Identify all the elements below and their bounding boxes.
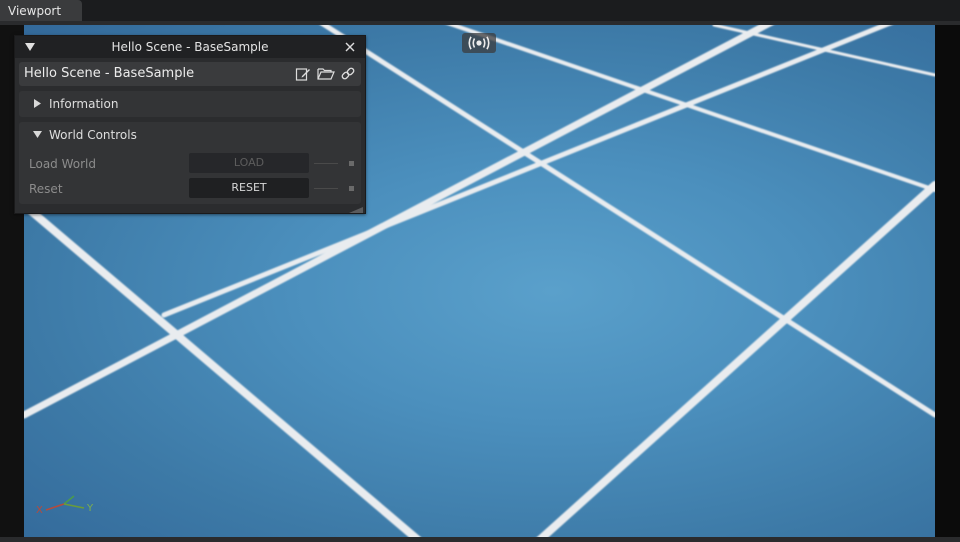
load-row-divider bbox=[314, 163, 338, 164]
collapse-arrow-icon bbox=[33, 131, 42, 138]
tab-viewport[interactable]: Viewport bbox=[0, 0, 82, 21]
information-section: Information bbox=[19, 91, 361, 117]
reset-row-divider bbox=[314, 188, 338, 189]
world-controls-section: World Controls Load World LOAD Reset RES… bbox=[19, 122, 361, 204]
tab-bar: Viewport bbox=[0, 0, 960, 21]
reset-button[interactable]: RESET bbox=[189, 178, 309, 198]
load-button: LOAD bbox=[189, 153, 309, 173]
extension-header-label: Hello Scene - BaseSample bbox=[24, 66, 195, 81]
axis-x-label: X bbox=[36, 505, 43, 516]
panel-title: Hello Scene - BaseSample bbox=[111, 40, 269, 54]
load-world-label: Load World bbox=[29, 157, 96, 171]
world-controls-section-label: World Controls bbox=[49, 128, 137, 142]
reset-row-indicator bbox=[349, 186, 354, 191]
axis-gizmo: X Y bbox=[32, 492, 102, 520]
edit-icon[interactable] bbox=[295, 66, 311, 82]
load-row-indicator bbox=[349, 161, 354, 166]
viewport-right-border bbox=[935, 25, 960, 542]
information-section-label: Information bbox=[49, 97, 119, 111]
expand-arrow-icon bbox=[34, 99, 41, 108]
reset-label: Reset bbox=[29, 182, 63, 196]
viewport-bottom-border bbox=[0, 537, 960, 542]
close-icon[interactable] bbox=[344, 41, 356, 53]
link-icon[interactable] bbox=[340, 66, 356, 82]
folder-open-icon[interactable] bbox=[317, 66, 335, 82]
axis-y-label: Y bbox=[87, 503, 94, 514]
resize-grip-icon[interactable] bbox=[349, 207, 363, 213]
panel-titlebar[interactable]: Hello Scene - BaseSample bbox=[15, 36, 365, 58]
broadcast-camera-icon[interactable] bbox=[462, 33, 496, 53]
world-controls-section-header[interactable]: World Controls bbox=[19, 122, 361, 148]
extension-header: Hello Scene - BaseSample bbox=[19, 62, 361, 86]
extension-panel: Hello Scene - BaseSample Hello Scene - B… bbox=[14, 35, 366, 214]
information-section-header[interactable]: Information bbox=[19, 91, 361, 117]
